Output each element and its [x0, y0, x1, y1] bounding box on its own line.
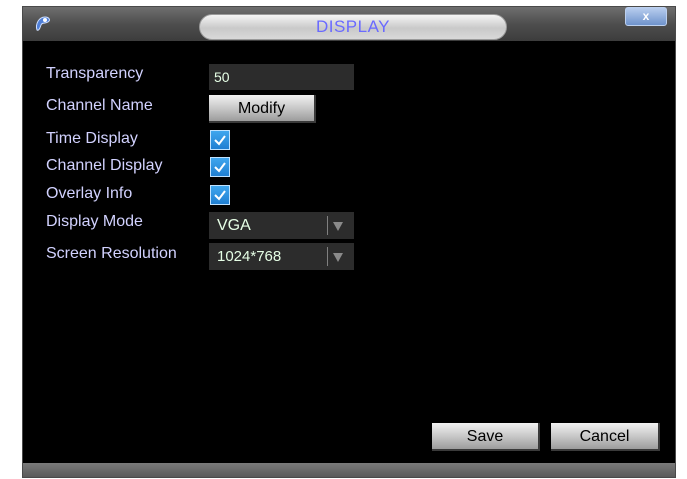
screen-resolution-label: Screen Resolution [46, 245, 177, 262]
display-mode-label: Display Mode [46, 213, 143, 230]
screen-resolution-value: 1024*768 [217, 248, 282, 265]
cancel-button[interactable]: Cancel [551, 423, 660, 451]
display-mode-select[interactable]: VGA [209, 212, 354, 239]
channel-name-label: Channel Name [46, 97, 153, 114]
modify-button[interactable]: Modify [209, 95, 316, 123]
display-mode-value: VGA [217, 217, 251, 234]
transparency-input[interactable]: 50 [209, 64, 354, 90]
save-button[interactable]: Save [432, 423, 540, 451]
select-divider [327, 216, 328, 235]
dropdown-arrow-icon [333, 222, 343, 231]
display-dialog: DISPLAY x Transparency 50 Channel Name M… [22, 6, 676, 478]
check-icon [214, 162, 226, 173]
transparency-label: Transparency [46, 65, 144, 82]
overlay-info-label: Overlay Info [46, 185, 133, 202]
time-display-label: Time Display [46, 130, 138, 147]
screen-resolution-select[interactable]: 1024*768 [209, 243, 354, 270]
dropdown-arrow-icon [333, 253, 343, 262]
status-bar [23, 463, 675, 477]
select-divider [327, 247, 328, 266]
settings-panel: Transparency 50 Channel Name Modify Time… [23, 7, 675, 477]
time-display-checkbox[interactable] [210, 130, 230, 150]
overlay-info-checkbox[interactable] [210, 185, 230, 205]
channel-display-checkbox[interactable] [210, 157, 230, 177]
check-icon [214, 190, 226, 201]
channel-display-label: Channel Display [46, 157, 163, 174]
check-icon [214, 135, 226, 146]
